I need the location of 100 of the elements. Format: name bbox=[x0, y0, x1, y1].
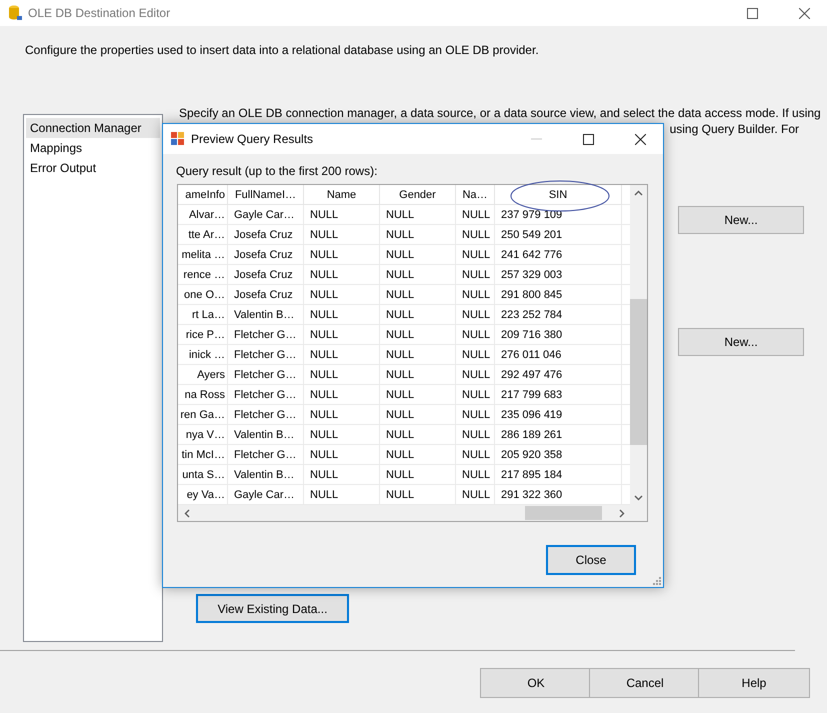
sidebar-item[interactable]: Connection Manager bbox=[26, 118, 160, 138]
table-cell: NULL bbox=[456, 385, 495, 405]
sidebar-item[interactable]: Mappings bbox=[26, 138, 160, 158]
table-cell: Josefa Cruz bbox=[228, 285, 304, 305]
table-cell: NULL bbox=[456, 445, 495, 465]
table-cell: NULL bbox=[380, 345, 456, 365]
table-cell: NULL bbox=[380, 265, 456, 285]
table-cell: Fletcher G… bbox=[228, 405, 304, 425]
table-cell: 217 799 683 bbox=[495, 385, 622, 405]
table-cell: Fletcher G… bbox=[228, 365, 304, 385]
table-cell: 223 252 784 bbox=[495, 305, 622, 325]
column-header[interactable]: ameInfo bbox=[178, 185, 228, 205]
dialog-title: Preview Query Results bbox=[191, 132, 314, 146]
table-cell: NULL bbox=[304, 265, 380, 285]
table-cell: NULL bbox=[304, 405, 380, 425]
table-cell: rt La… bbox=[178, 305, 228, 325]
table-cell: NULL bbox=[304, 445, 380, 465]
dialog-button[interactable]: Help bbox=[698, 668, 810, 698]
table-cell: unta S… bbox=[178, 465, 228, 485]
table-cell: NULL bbox=[380, 465, 456, 485]
new-button[interactable]: New... bbox=[678, 206, 804, 234]
column-header[interactable]: Name bbox=[304, 185, 380, 205]
table-cell: NULL bbox=[380, 285, 456, 305]
table-cell: NULL bbox=[456, 305, 495, 325]
column-header[interactable]: FullNameI… bbox=[228, 185, 304, 205]
window-title: OLE DB Destination Editor bbox=[28, 6, 172, 20]
maximize-icon bbox=[582, 134, 594, 144]
table-cell: NULL bbox=[380, 205, 456, 225]
sidebar-item[interactable]: Error Output bbox=[26, 158, 160, 178]
table-cell: NULL bbox=[456, 365, 495, 385]
table-cell: rence … bbox=[178, 265, 228, 285]
scroll-up-icon[interactable] bbox=[634, 188, 643, 198]
table-cell: NULL bbox=[304, 345, 380, 365]
close-icon bbox=[634, 134, 646, 144]
table-cell: 291 800 845 bbox=[495, 285, 622, 305]
table-cell: 241 642 776 bbox=[495, 245, 622, 265]
table-cell: NULL bbox=[304, 425, 380, 445]
table-cell: NULL bbox=[304, 465, 380, 485]
resize-grip-icon[interactable] bbox=[653, 577, 661, 585]
table-cell: NULL bbox=[456, 265, 495, 285]
table-cell: NULL bbox=[380, 225, 456, 245]
table-cell: NULL bbox=[380, 405, 456, 425]
scroll-down-icon[interactable] bbox=[634, 492, 643, 502]
table-cell: NULL bbox=[380, 385, 456, 405]
dialog-button[interactable]: Cancel bbox=[589, 668, 701, 698]
close-dialog-button[interactable]: Close bbox=[546, 545, 636, 575]
minimize-icon bbox=[530, 138, 542, 140]
table-cell: NULL bbox=[380, 245, 456, 265]
table-cell: one O… bbox=[178, 285, 228, 305]
grid-icon bbox=[171, 132, 185, 146]
table-cell: ren Ga… bbox=[178, 405, 228, 425]
table-cell: Ayers bbox=[178, 365, 228, 385]
table-cell: NULL bbox=[304, 365, 380, 385]
view-data-button[interactable]: View Existing Data... bbox=[196, 594, 349, 623]
database-icon bbox=[8, 5, 22, 21]
table-cell: NULL bbox=[380, 445, 456, 465]
table-cell: 257 329 003 bbox=[495, 265, 622, 285]
table-cell: 235 096 419 bbox=[495, 405, 622, 425]
table-cell: NULL bbox=[456, 325, 495, 345]
table-cell: NULL bbox=[456, 345, 495, 365]
horizontal-scrollbar[interactable] bbox=[178, 505, 630, 521]
table-cell: Valentin B… bbox=[228, 425, 304, 445]
table-cell: na Ross bbox=[178, 385, 228, 405]
table-cell: Gayle Car… bbox=[228, 205, 304, 225]
scroll-thumb[interactable] bbox=[630, 299, 647, 445]
table-cell: Valentin B… bbox=[228, 305, 304, 325]
description-text: Configure the properties used to insert data into a relational database using an OLE DB provider. bbox=[25, 43, 539, 57]
table-cell: NULL bbox=[456, 245, 495, 265]
result-caption: Query result (up to the first 200 rows): bbox=[176, 164, 378, 178]
dialog-button[interactable]: OK bbox=[480, 668, 592, 698]
table-cell: 250 549 201 bbox=[495, 225, 622, 245]
table-cell: Josefa Cruz bbox=[228, 265, 304, 285]
column-header[interactable]: SIN bbox=[495, 185, 622, 205]
table-cell: NULL bbox=[304, 245, 380, 265]
table-cell: nya V… bbox=[178, 425, 228, 445]
column-header[interactable]: Gender bbox=[380, 185, 456, 205]
table-cell: NULL bbox=[456, 465, 495, 485]
vertical-scrollbar[interactable] bbox=[630, 185, 647, 505]
table-cell: Josefa Cruz bbox=[228, 245, 304, 265]
scroll-thumb[interactable] bbox=[525, 506, 602, 520]
table-cell: NULL bbox=[304, 305, 380, 325]
new-button[interactable]: New... bbox=[678, 328, 804, 356]
table-cell: tin McI… bbox=[178, 445, 228, 465]
table-cell: Fletcher G… bbox=[228, 345, 304, 365]
intro-text: using Query Builder. For bbox=[670, 122, 799, 136]
table-cell: inick … bbox=[178, 345, 228, 365]
table-cell: NULL bbox=[456, 285, 495, 305]
maximize-icon bbox=[746, 8, 758, 18]
table-cell: NULL bbox=[380, 325, 456, 345]
table-cell: Alvar… bbox=[178, 205, 228, 225]
table-cell: 205 920 358 bbox=[495, 445, 622, 465]
scroll-right-icon[interactable] bbox=[616, 508, 626, 518]
table-cell: NULL bbox=[380, 365, 456, 385]
column-header[interactable]: Na… bbox=[456, 185, 495, 205]
table-cell: NULL bbox=[456, 405, 495, 425]
table-cell: Valentin B… bbox=[228, 465, 304, 485]
table-cell: NULL bbox=[380, 425, 456, 445]
table-cell: melita … bbox=[178, 245, 228, 265]
table-cell: 292 497 476 bbox=[495, 365, 622, 385]
scroll-left-icon[interactable] bbox=[182, 508, 192, 518]
